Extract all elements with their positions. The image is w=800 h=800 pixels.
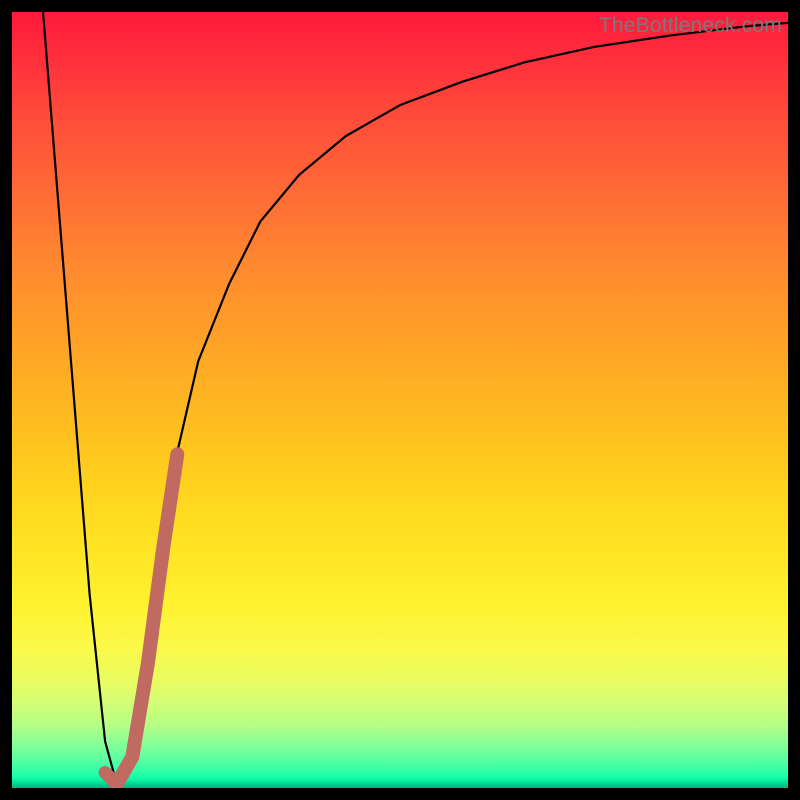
chart-svg [12, 12, 788, 788]
bottleneck-curve-line [43, 12, 788, 784]
plot-area: TheBottleneck.com [12, 12, 788, 788]
watermark-text: TheBottleneck.com [599, 14, 782, 38]
highlight-segment-rise [117, 454, 178, 784]
